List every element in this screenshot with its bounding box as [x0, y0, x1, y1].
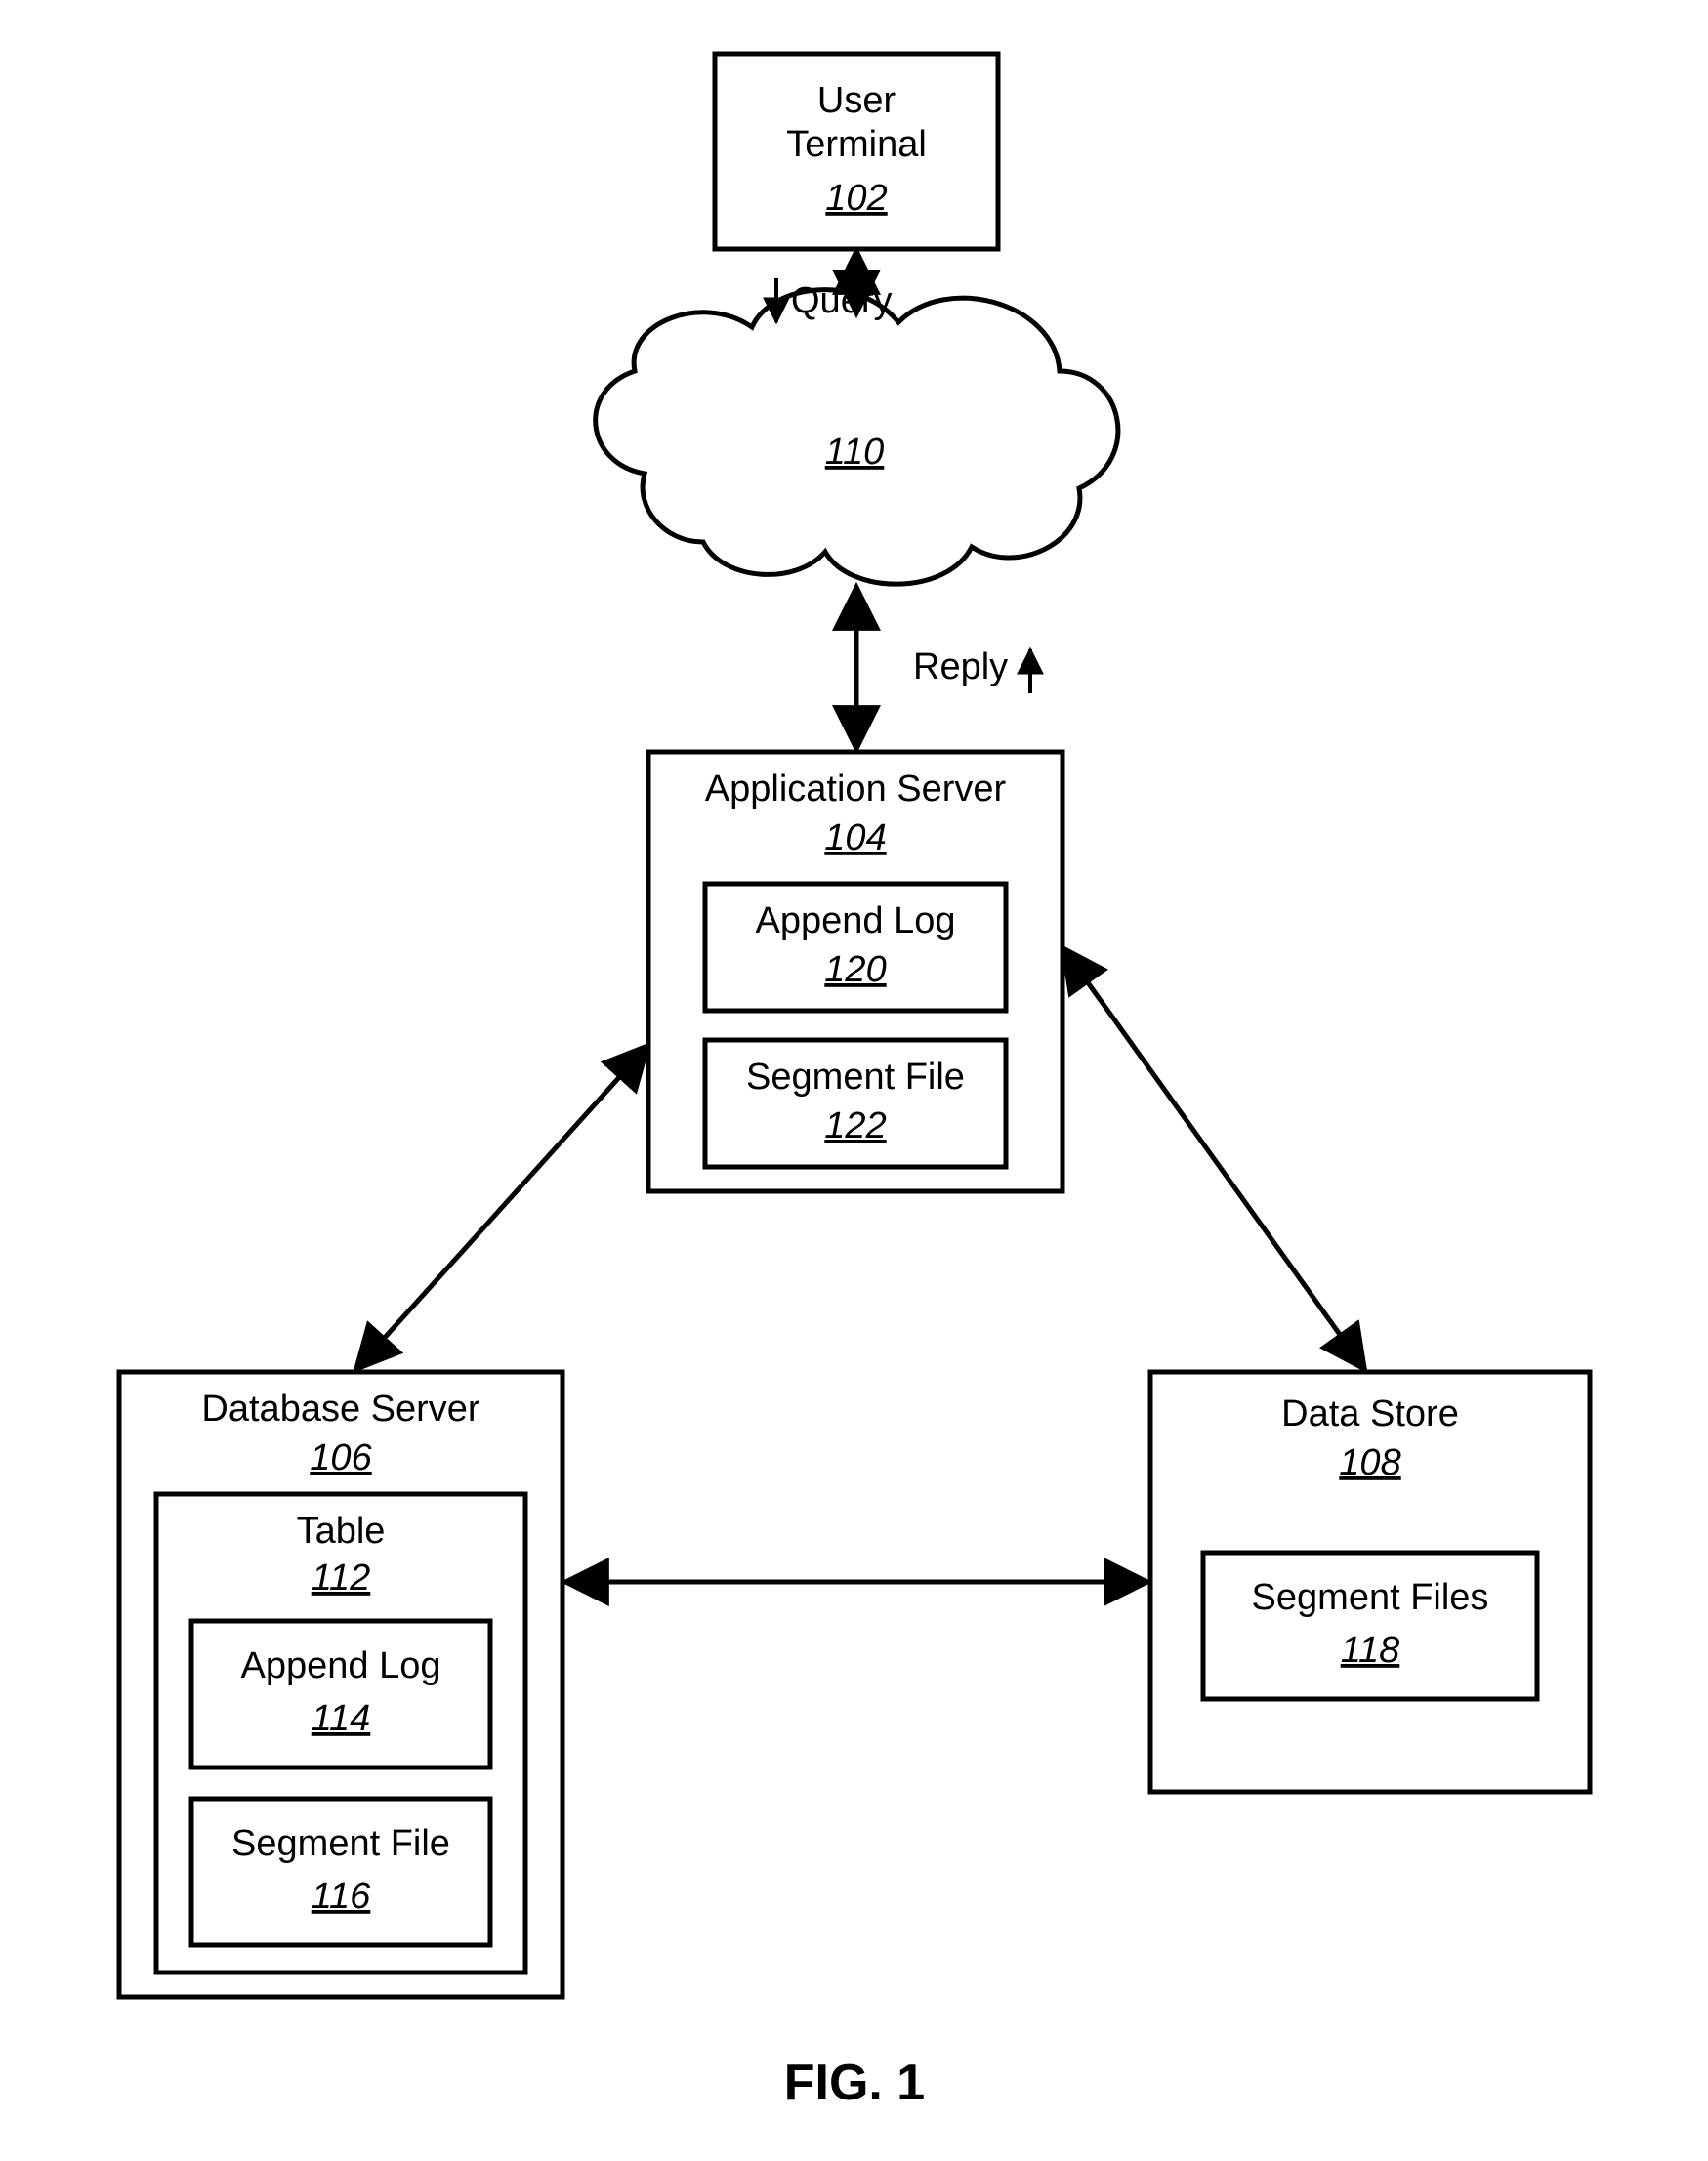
segment-file-122-box: Segment File 122: [705, 1040, 1006, 1167]
user-terminal-ref: 102: [825, 178, 887, 219]
db-server-box: Database Server 106 Table 112 Append Log…: [119, 1372, 562, 1997]
segment-files-118-title: Segment Files: [1252, 1577, 1489, 1618]
data-store-title: Data Store: [1281, 1393, 1459, 1434]
segment-files-118-ref: 118: [1341, 1630, 1400, 1671]
data-store-ref: 108: [1339, 1442, 1400, 1483]
edge-appserver-datastore: [1062, 947, 1365, 1370]
segment-file-122-ref: 122: [824, 1105, 886, 1146]
append-log-114-title: Append Log: [241, 1645, 441, 1686]
user-terminal-box: User Terminal 102: [715, 54, 998, 249]
app-server-title: Application Server: [705, 769, 1007, 810]
query-annotation: Query: [776, 278, 892, 322]
cloud-ref: 110: [825, 432, 885, 473]
segment-file-116-box: Segment File 116: [191, 1799, 490, 1945]
append-log-114-ref: 114: [312, 1698, 371, 1739]
append-log-120-box: Append Log 120: [705, 884, 1006, 1011]
app-server-box: Application Server 104 Append Log 120 Se…: [648, 752, 1062, 1191]
table-112-ref: 112: [312, 1558, 371, 1599]
user-terminal-label1: User: [817, 80, 896, 121]
segment-file-116-ref: 116: [312, 1876, 371, 1917]
edge-appserver-dbserver: [355, 1045, 648, 1370]
append-log-120-title: Append Log: [756, 900, 956, 941]
data-store-box: Data Store 108 Segment Files 118: [1150, 1372, 1590, 1792]
reply-label: Reply: [913, 646, 1008, 687]
query-label: Query: [791, 280, 892, 321]
reply-annotation: Reply: [913, 646, 1030, 693]
append-log-120-ref: 120: [824, 949, 886, 990]
figure-label: FIG. 1: [784, 2055, 925, 2111]
table-112-title: Table: [297, 1511, 386, 1552]
db-server-ref: 106: [310, 1437, 372, 1478]
cloud-network: 110: [596, 290, 1118, 584]
user-terminal-label2: Terminal: [786, 124, 927, 165]
segment-file-116-title: Segment File: [231, 1823, 450, 1864]
segment-files-118-box: Segment Files 118: [1203, 1553, 1537, 1699]
segment-file-122-title: Segment File: [746, 1057, 965, 1098]
db-server-title: Database Server: [201, 1389, 479, 1430]
append-log-114-box: Append Log 114: [191, 1621, 490, 1767]
table-112-box: Table 112 Append Log 114 Segment File 11…: [156, 1494, 525, 1973]
app-server-ref: 104: [824, 817, 886, 858]
